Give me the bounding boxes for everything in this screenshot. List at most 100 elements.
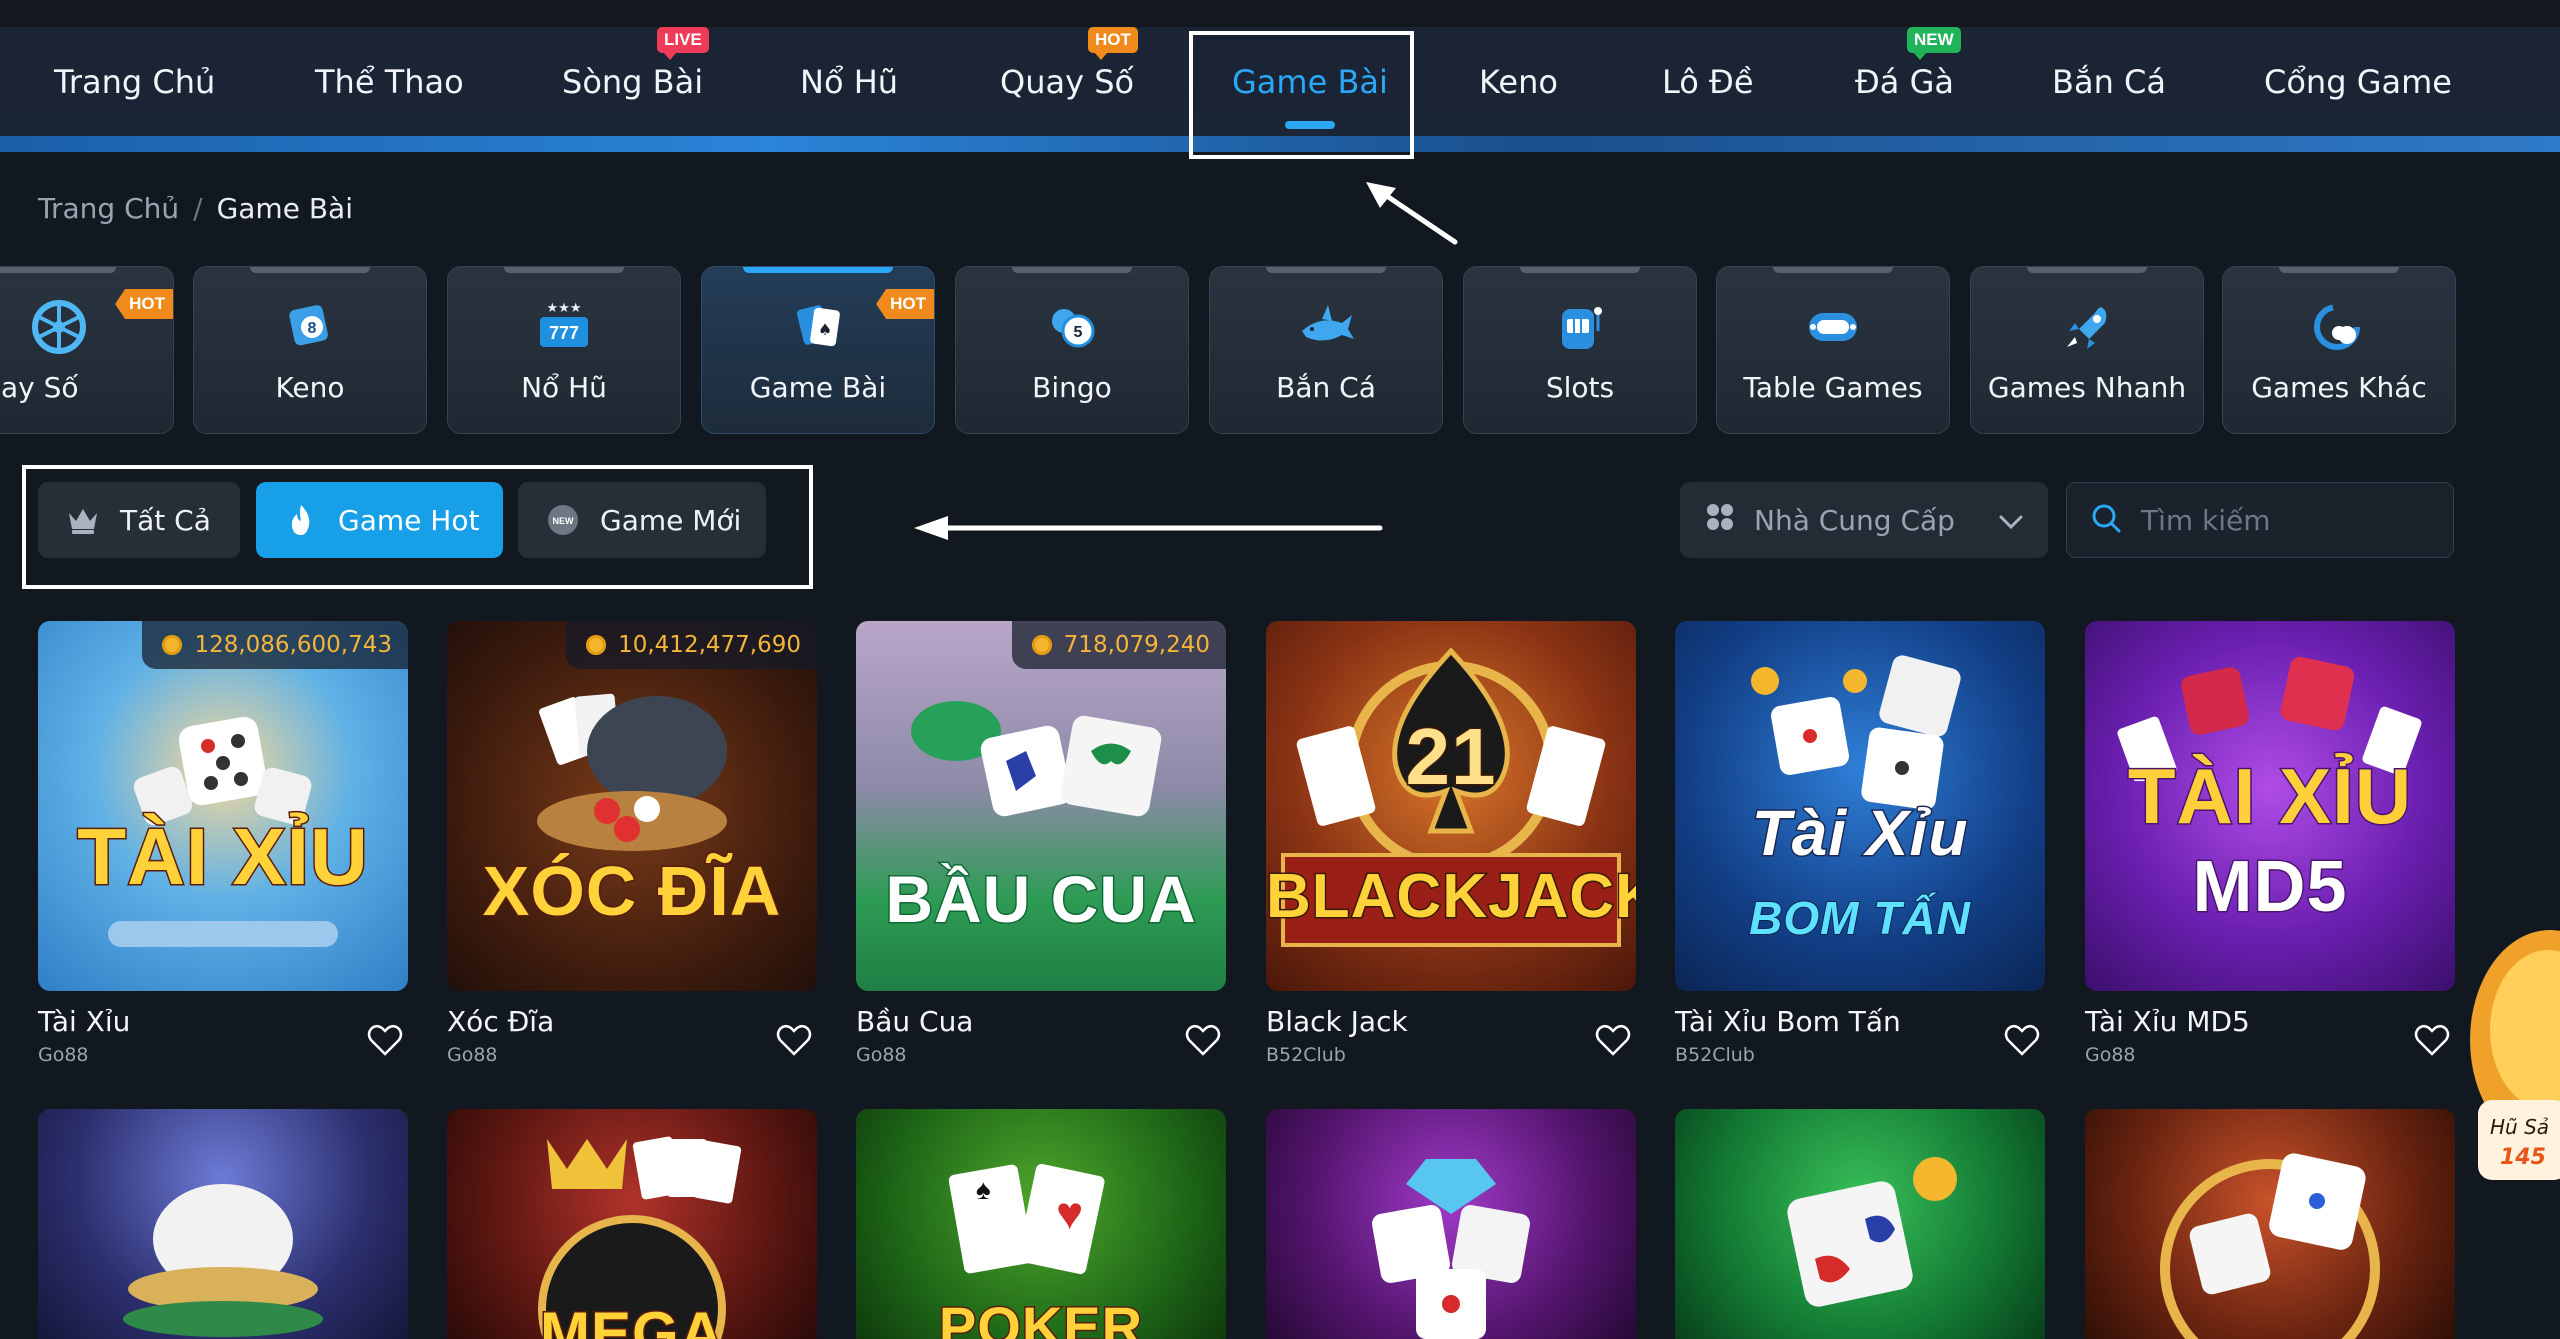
side-promo-widget[interactable]: Hũ Sả 145 [2470, 910, 2560, 1180]
game-name: Tài Xỉu MD5 [2085, 1005, 2250, 1038]
category-card-quay-so[interactable]: HOT ay Số [0, 266, 174, 434]
dice-ring-icon [2160, 1153, 2380, 1339]
category-card-games-nhanh[interactable]: Games Nhanh [1970, 266, 2204, 434]
annotation-arrow-icon [1366, 182, 1458, 245]
shark-icon [1302, 305, 1354, 341]
coin-icon [1031, 635, 1052, 655]
grid-icon [1704, 501, 1736, 540]
keno-ball-icon: 8 [289, 305, 328, 346]
bingo-ball-icon: 5 [1052, 309, 1095, 348]
game-name: Tài Xỉu [38, 1005, 131, 1038]
thumb-title: MEGA [539, 1299, 725, 1339]
svg-text:♥: ♥ [1056, 1187, 1083, 1239]
favorite-heart-icon[interactable] [775, 1021, 813, 1059]
dice-icon [1751, 655, 1961, 810]
breadcrumb-home[interactable]: Trang Chủ [38, 192, 179, 225]
nav-label: Sòng Bài [562, 63, 704, 101]
nav-item-trang-chu[interactable]: Trang Chủ [54, 57, 215, 107]
nav-item-no-hu[interactable]: Nổ Hũ [800, 57, 898, 107]
nav-label: Đá Gà [1855, 63, 1954, 101]
thumb-title: TÀI XỈU [2126, 751, 2413, 842]
favorite-heart-icon[interactable] [366, 1021, 404, 1059]
category-card-ban-ca[interactable]: Bắn Cá [1209, 266, 1443, 434]
filter-label: Tất Cả [120, 503, 211, 537]
rocket-icon [2067, 307, 2107, 349]
nav-item-song-bai[interactable]: Sòng Bài LIVE [562, 27, 709, 107]
filter-new-button[interactable]: NEW Game Mới [518, 482, 766, 558]
annotation-arrow-left-icon [914, 516, 1383, 540]
jackpot-badge: 718,079,240 [1011, 621, 1226, 669]
favorite-heart-icon[interactable] [2413, 1021, 2451, 1059]
filter-all-button[interactable]: Tất Cả [38, 482, 240, 558]
card-notch [0, 267, 116, 273]
game-thumbnail[interactable] [2085, 1109, 2455, 1339]
jackpot-value: 128,086,600,743 [194, 632, 392, 658]
nav-item-cong-game[interactable]: Cổng Game [2264, 57, 2452, 107]
category-card-bingo[interactable]: 5 Bingo [955, 266, 1189, 434]
svg-text:777: 777 [549, 323, 579, 343]
dice-gems-icon [1372, 1159, 1530, 1339]
coin-icon [162, 635, 183, 655]
category-label: Slots [1545, 371, 1615, 404]
side-promo-line1: Hũ Sả [2490, 1115, 2550, 1139]
category-card-games-khac[interactable]: Games Khác [2222, 266, 2456, 434]
category-card-keno[interactable]: 8 Keno [193, 266, 427, 434]
category-card-game-bai[interactable]: ♠ HOT Game Bài [701, 266, 935, 434]
filter-hot-button[interactable]: Game Hot [256, 482, 503, 558]
nav-item-ban-ca[interactable]: Bắn Cá [2052, 57, 2166, 107]
category-card-slots[interactable]: Slots [1463, 266, 1697, 434]
game-thumbnail[interactable]: 10,412,477,690 XÓC ĐĨA [447, 621, 817, 991]
game-provider: Go88 [38, 1044, 89, 1066]
category-card-table-games[interactable]: Table Games [1716, 266, 1950, 434]
jackpot-promo-icon [2470, 930, 2560, 1180]
provider-dropdown[interactable]: Nhà Cung Cấp [1680, 482, 2048, 558]
game-thumbnail[interactable]: 718,079,240 BẦU CUA [856, 621, 1226, 991]
card-notch [2279, 267, 2399, 273]
favorite-heart-icon[interactable] [2003, 1021, 2041, 1059]
category-card-no-hu[interactable]: ★★★ 777 Nổ Hũ [447, 266, 681, 434]
hot-badge: HOT [1088, 27, 1138, 60]
favorite-heart-icon[interactable] [1594, 1021, 1632, 1059]
game-thumbnail[interactable]: 128,086,600,743 TÀI XỈU [38, 621, 408, 991]
live-badge: LIVE [657, 27, 709, 60]
svg-text:♠: ♠ [818, 320, 832, 339]
thumb-subtitle: MD5 [2191, 846, 2348, 929]
game-card-tai-xiu: 128,086,600,743 TÀI XỈU Tài Xỉu Go88 [38, 621, 408, 1066]
new-badge: NEW [1907, 27, 1961, 60]
search-input[interactable] [2139, 502, 2439, 538]
new-icon-text: NEW [553, 516, 575, 526]
category-label: Nổ Hũ [521, 371, 607, 404]
game-name: Black Jack [1266, 1005, 1408, 1038]
game-thumbnail[interactable]: ♠ ♥ POKER [856, 1109, 1226, 1339]
nav-item-da-ga[interactable]: Đá Gà NEW [1855, 27, 1961, 107]
game-thumbnail[interactable]: MEGA [447, 1109, 817, 1339]
nav-item-keno[interactable]: Keno [1479, 57, 1558, 107]
nav-item-quay-so[interactable]: Quay Số HOT [1000, 27, 1138, 107]
jackpot-value: 718,079,240 [1063, 632, 1210, 658]
game-card-row2-5 [1675, 1109, 2045, 1339]
crown-icon [66, 503, 100, 537]
game-thumbnail[interactable]: 21 BLACKJACK [1266, 621, 1636, 991]
favorite-heart-icon[interactable] [1184, 1021, 1222, 1059]
nav-item-lo-de[interactable]: Lô Đề [1662, 57, 1754, 107]
nav-item-game-bai[interactable]: Game Bài [1232, 57, 1388, 129]
jackpot-badge: 10,412,477,690 [566, 621, 817, 669]
table-icon [1809, 313, 1857, 341]
card-notch [1012, 267, 1132, 273]
nav-label: Lô Đề [1662, 63, 1754, 101]
thumb-title: XÓC ĐĨA [481, 851, 782, 932]
card-notch [504, 267, 624, 273]
nav-item-the-thao[interactable]: Thể Thao [315, 57, 464, 107]
svg-text:★★★: ★★★ [547, 301, 582, 316]
category-label: Bắn Cá [1276, 371, 1376, 404]
game-thumbnail[interactable]: Tài Xỉu BOM TẤN [1675, 621, 2045, 991]
game-thumbnail[interactable] [38, 1109, 408, 1339]
game-thumbnail[interactable] [1266, 1109, 1636, 1339]
bowl-icon [123, 1184, 323, 1337]
game-provider: B52Club [1675, 1044, 1755, 1066]
card-notch [1266, 267, 1386, 273]
game-thumbnail[interactable] [1675, 1109, 2045, 1339]
thumb-number: 21 [1404, 711, 1497, 803]
game-thumbnail[interactable]: TÀI XỈU MD5 [2085, 621, 2455, 991]
category-label: Table Games [1743, 371, 1923, 404]
